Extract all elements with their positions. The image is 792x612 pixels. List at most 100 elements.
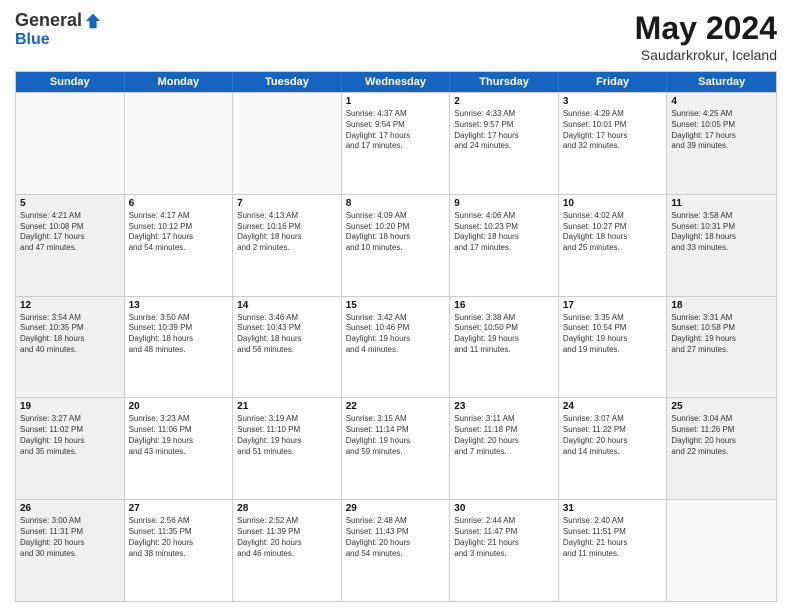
table-row: 17 Sunrise: 3:35 AMSunset: 10:54 PMDaylig… — [559, 297, 668, 398]
table-row: 13 Sunrise: 3:50 AMSunset: 10:39 PMDaylig… — [125, 297, 234, 398]
day-info: Sunrise: 4:17 AMSunset: 10:12 PMDaylight… — [129, 211, 229, 254]
header-day-sunday: Sunday — [16, 72, 125, 92]
day-number: 19 — [20, 401, 120, 412]
day-number: 15 — [346, 300, 446, 311]
table-row: 21 Sunrise: 3:19 AMSunset: 11:10 PMDaylig… — [233, 398, 342, 499]
table-row: 9 Sunrise: 4:06 AMSunset: 10:23 PMDayligh… — [450, 195, 559, 296]
header-day-tuesday: Tuesday — [233, 72, 342, 92]
header-day-friday: Friday — [559, 72, 668, 92]
day-info: Sunrise: 3:42 AMSunset: 10:46 PMDaylight… — [346, 313, 446, 356]
day-number: 21 — [237, 401, 337, 412]
logo: General Blue — [15, 10, 102, 49]
logo-icon — [84, 12, 102, 30]
table-row: 22 Sunrise: 3:15 AMSunset: 11:14 PMDaylig… — [342, 398, 451, 499]
day-info: Sunrise: 2:40 AMSunset: 11:51 PMDaylight… — [563, 516, 663, 559]
main-title: May 2024 — [635, 10, 777, 47]
day-info: Sunrise: 4:29 AMSunset: 10:01 PMDaylight… — [563, 109, 663, 152]
table-row: 2 Sunrise: 4:33 AMSunset: 9:57 PMDaylight… — [450, 93, 559, 194]
table-row: 26 Sunrise: 3:00 AMSunset: 11:31 PMDaylig… — [16, 500, 125, 601]
day-number: 1 — [346, 96, 446, 107]
day-number: 13 — [129, 300, 229, 311]
day-number: 25 — [671, 401, 772, 412]
day-number: 26 — [20, 503, 120, 514]
day-number: 10 — [563, 198, 663, 209]
day-info: Sunrise: 3:11 AMSunset: 11:18 PMDaylight… — [454, 414, 554, 457]
table-row — [125, 93, 234, 194]
table-row: 23 Sunrise: 3:11 AMSunset: 11:18 PMDaylig… — [450, 398, 559, 499]
day-info: Sunrise: 3:58 AMSunset: 10:31 PMDaylight… — [671, 211, 772, 254]
day-info: Sunrise: 3:38 AMSunset: 10:50 PMDaylight… — [454, 313, 554, 356]
table-row: 31 Sunrise: 2:40 AMSunset: 11:51 PMDaylig… — [559, 500, 668, 601]
logo-blue-text: Blue — [15, 31, 50, 48]
calendar-week-3: 12Sunrise: 3:54 AMSunset: 10:35 PMDaylig… — [16, 296, 776, 398]
day-number: 18 — [671, 300, 772, 311]
day-info: Sunrise: 3:54 AMSunset: 10:35 PMDaylight… — [20, 313, 120, 356]
table-row: 6Sunrise: 4:17 AMSunset: 10:12 PMDayligh… — [125, 195, 234, 296]
table-row: 12Sunrise: 3:54 AMSunset: 10:35 PMDaylig… — [16, 297, 125, 398]
day-number: 7 — [237, 198, 337, 209]
day-info: Sunrise: 2:44 AMSunset: 11:47 PMDaylight… — [454, 516, 554, 559]
day-number: 28 — [237, 503, 337, 514]
day-info: Sunrise: 3:15 AMSunset: 11:14 PMDaylight… — [346, 414, 446, 457]
calendar-body: 1 Sunrise: 4:37 AMSunset: 9:54 PMDaylight… — [16, 92, 776, 601]
day-info: Sunrise: 4:06 AMSunset: 10:23 PMDaylight… — [454, 211, 554, 254]
day-number: 16 — [454, 300, 554, 311]
day-info: Sunrise: 3:35 AMSunset: 10:54 PMDaylight… — [563, 313, 663, 356]
day-info: Sunrise: 4:21 AMSunset: 10:08 PMDaylight… — [20, 211, 120, 254]
day-number: 5 — [20, 198, 120, 209]
calendar-header-row: SundayMondayTuesdayWednesdayThursdayFrid… — [16, 72, 776, 92]
day-number: 4 — [671, 96, 772, 107]
day-number: 2 — [454, 96, 554, 107]
day-info: Sunrise: 3:19 AMSunset: 11:10 PMDaylight… — [237, 414, 337, 457]
table-row: 15 Sunrise: 3:42 AMSunset: 10:46 PMDaylig… — [342, 297, 451, 398]
day-info: Sunrise: 2:52 AMSunset: 11:39 PMDaylight… — [237, 516, 337, 559]
calendar-week-5: 26 Sunrise: 3:00 AMSunset: 11:31 PMDaylig… — [16, 499, 776, 601]
table-row: 11 Sunrise: 3:58 AMSunset: 10:31 PMDaylig… — [667, 195, 776, 296]
day-number: 14 — [237, 300, 337, 311]
day-info: Sunrise: 4:33 AMSunset: 9:57 PMDaylight:… — [454, 109, 554, 152]
day-info: Sunrise: 3:27 AMSunset: 11:02 PMDaylight… — [20, 414, 120, 457]
table-row — [667, 500, 776, 601]
day-info: Sunrise: 4:37 AMSunset: 9:54 PMDaylight:… — [346, 109, 446, 152]
day-number: 23 — [454, 401, 554, 412]
table-row: 4Sunrise: 4:25 AMSunset: 10:05 PMDayligh… — [667, 93, 776, 194]
table-row: 30 Sunrise: 2:44 AMSunset: 11:47 PMDaylig… — [450, 500, 559, 601]
header-day-saturday: Saturday — [667, 72, 776, 92]
table-row: 14Sunrise: 3:46 AMSunset: 10:43 PMDaylig… — [233, 297, 342, 398]
header-day-thursday: Thursday — [450, 72, 559, 92]
table-row: 27Sunrise: 2:56 AMSunset: 11:35 PMDaylig… — [125, 500, 234, 601]
day-info: Sunrise: 4:09 AMSunset: 10:20 PMDaylight… — [346, 211, 446, 254]
day-number: 22 — [346, 401, 446, 412]
calendar-week-4: 19 Sunrise: 3:27 AMSunset: 11:02 PMDaylig… — [16, 397, 776, 499]
subtitle: Saudarkrokur, Iceland — [635, 47, 777, 63]
table-row: 16 Sunrise: 3:38 AMSunset: 10:50 PMDaylig… — [450, 297, 559, 398]
day-info: Sunrise: 4:02 AMSunset: 10:27 PMDaylight… — [563, 211, 663, 254]
table-row: 3 Sunrise: 4:29 AMSunset: 10:01 PMDayligh… — [559, 93, 668, 194]
day-number: 17 — [563, 300, 663, 311]
title-block: May 2024 Saudarkrokur, Iceland — [635, 10, 777, 63]
calendar: SundayMondayTuesdayWednesdayThursdayFrid… — [15, 71, 777, 602]
table-row: 24Sunrise: 3:07 AMSunset: 11:22 PMDaylig… — [559, 398, 668, 499]
day-number: 3 — [563, 96, 663, 107]
day-number: 29 — [346, 503, 446, 514]
day-number: 30 — [454, 503, 554, 514]
day-number: 24 — [563, 401, 663, 412]
calendar-week-1: 1 Sunrise: 4:37 AMSunset: 9:54 PMDaylight… — [16, 92, 776, 194]
day-info: Sunrise: 3:00 AMSunset: 11:31 PMDaylight… — [20, 516, 120, 559]
day-info: Sunrise: 2:56 AMSunset: 11:35 PMDaylight… — [129, 516, 229, 559]
day-number: 31 — [563, 503, 663, 514]
header-day-wednesday: Wednesday — [342, 72, 451, 92]
table-row: 1 Sunrise: 4:37 AMSunset: 9:54 PMDaylight… — [342, 93, 451, 194]
day-info: Sunrise: 3:50 AMSunset: 10:39 PMDaylight… — [129, 313, 229, 356]
table-row — [233, 93, 342, 194]
day-info: Sunrise: 3:04 AMSunset: 11:26 PMDaylight… — [671, 414, 772, 457]
table-row: 29 Sunrise: 2:48 AMSunset: 11:43 PMDaylig… — [342, 500, 451, 601]
page: General Blue May 2024 Saudarkrokur, Icel… — [0, 0, 792, 612]
day-number: 9 — [454, 198, 554, 209]
day-number: 20 — [129, 401, 229, 412]
day-info: Sunrise: 4:13 AMSunset: 10:16 PMDaylight… — [237, 211, 337, 254]
day-info: Sunrise: 2:48 AMSunset: 11:43 PMDaylight… — [346, 516, 446, 559]
day-number: 11 — [671, 198, 772, 209]
day-number: 8 — [346, 198, 446, 209]
table-row — [16, 93, 125, 194]
